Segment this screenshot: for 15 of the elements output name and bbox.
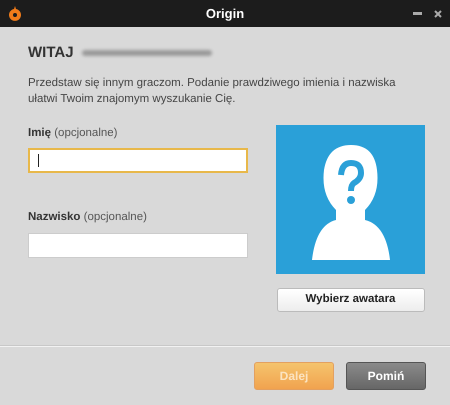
close-icon[interactable]	[434, 10, 442, 18]
logo-icon	[8, 6, 22, 22]
field-hint: (opcjonalne)	[54, 127, 118, 139]
heading: WITAJ	[28, 42, 74, 63]
field-label: Nazwisko	[28, 211, 80, 224]
field-hint: (opcjonalne)	[84, 211, 147, 224]
choose-avatar-button[interactable]: Wybierz awatara	[276, 288, 424, 312]
skip-button[interactable]: Pomiń	[346, 362, 426, 390]
input-field[interactable]	[28, 148, 248, 174]
text-cursor	[38, 154, 39, 168]
minimize-icon[interactable]	[413, 12, 422, 15]
input-field[interactable]	[28, 232, 248, 258]
field-label: Imię	[28, 127, 52, 139]
window-title: Origin	[206, 4, 244, 23]
intro-text: Przedstaw się innym graczom. Podanie prawdziwego imienia i nazwiska ułatwi Twoim znajomym wyszukanie Cię.	[28, 76, 397, 107]
